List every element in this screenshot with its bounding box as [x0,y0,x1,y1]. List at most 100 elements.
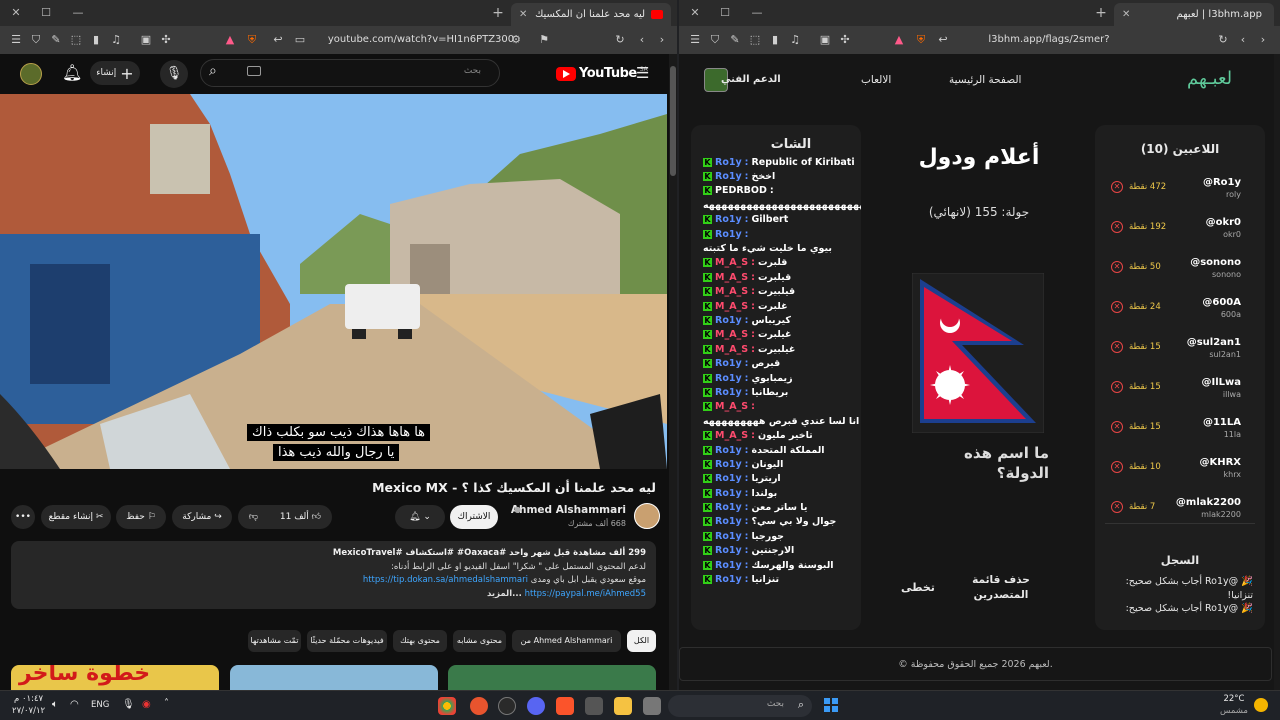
like-button[interactable]: 11 ألف 👍︎ [280,505,321,529]
chip-for-you[interactable]: محتوى بهتك [393,630,447,652]
avatar[interactable] [20,63,42,85]
dislike-button[interactable]: 👎︎ [249,505,258,529]
tune-icon[interactable]: ⚙ [508,32,524,48]
chat-username[interactable]: Ro1y [715,516,742,527]
app-icon[interactable] [585,697,603,715]
kick-player-icon[interactable]: ✕ [1111,181,1123,193]
maximize-icon[interactable]: ☐ [717,5,733,21]
forward-icon[interactable]: › [1255,32,1271,48]
share-button[interactable]: مشاركة ↪ [172,505,232,529]
chat-username[interactable]: PEDRBOD [715,185,767,196]
nav-support[interactable]: الدعم الفني [721,74,781,85]
chat-username[interactable]: Ro1y [715,473,742,484]
chip-watched[interactable]: تمّت مشاهدتها [248,630,301,652]
new-tab-icon[interactable]: + [490,5,506,21]
shield-icon[interactable]: ⛉ [28,32,44,48]
chat-username[interactable]: Ro1y [715,358,742,369]
chat-username[interactable]: M_A_S [715,301,748,312]
channel-avatar[interactable] [634,503,660,529]
reload-icon[interactable]: ↻ [1215,32,1231,48]
chat-username[interactable]: Ro1y [715,574,742,585]
pen-icon[interactable]: ✎ [727,32,743,48]
reload-icon[interactable]: ↻ [612,32,628,48]
back-icon[interactable]: ‹ [634,32,650,48]
video-thumbnail[interactable]: خطوة ساخر [11,665,219,690]
chat-username[interactable]: M_A_S [715,257,748,268]
scrollbar[interactable] [669,54,677,690]
screenshot-icon[interactable]: ▣ [138,32,154,48]
tray-arrow-icon[interactable]: ˄ [164,698,169,709]
brave-shield-icon[interactable]: ⛨ [244,32,260,48]
chat-username[interactable]: Ro1y [715,214,742,225]
app-icon[interactable] [643,697,661,715]
extensions-icon[interactable]: ✣ [158,32,174,48]
file-explorer-icon[interactable] [614,697,632,715]
video-description[interactable]: 299 ألف مشاهدة قبل شهر واحد #Oaxaca# #اس… [11,541,656,609]
brave-rewards-icon[interactable]: ▲ [222,32,238,48]
screenshot-icon[interactable]: ▣ [817,32,833,48]
discord-app-icon[interactable] [527,697,545,715]
reader-icon[interactable]: ↩ [270,32,286,48]
save-button[interactable]: حفظ ⚐ [116,505,166,529]
music-icon[interactable]: ♫ [108,32,124,48]
chat-username[interactable]: Ro1y [715,315,742,326]
nav-home[interactable]: الصفحة الرئيسية [949,74,1021,86]
kick-player-icon[interactable]: ✕ [1111,461,1123,473]
brave-rewards-icon[interactable]: ▲ [891,32,907,48]
more-actions-button[interactable]: ••• [11,505,35,529]
menu-icon[interactable]: ☰ [687,32,703,48]
site-logo[interactable]: لعبـهم [1187,68,1232,89]
chat-username[interactable]: M_A_S [715,430,748,441]
notification-bell-button[interactable]: 🔔︎ ⌄ [395,505,445,529]
create-button[interactable]: إنشاء + [90,61,140,85]
channel-name[interactable]: Ahmed Alshammari [511,504,626,516]
chat-username[interactable]: Ro1y [715,171,742,182]
shield-icon[interactable]: ⛉ [707,32,723,48]
kick-player-icon[interactable]: ✕ [1111,341,1123,353]
chat-username[interactable]: M_A_S [715,329,748,340]
video-thumbnail[interactable] [448,665,656,690]
search-bar[interactable]: ⌕ بحث [200,59,500,87]
chrome-app-icon[interactable] [438,697,456,715]
kick-player-icon[interactable]: ✕ [1111,421,1123,433]
cast-icon[interactable]: ▭ [292,32,308,48]
minimize-icon[interactable]: — [70,5,86,21]
volume-icon[interactable]: 🔈︎ [52,699,58,710]
chat-username[interactable]: Ro1y [715,373,742,384]
address-bar[interactable]: l3bhm.app/flags/2smer?platform=kick [959,30,1139,65]
chat-username[interactable]: Ro1y [715,157,742,168]
brave-app-icon[interactable] [556,697,574,715]
kick-player-icon[interactable]: ✕ [1111,261,1123,273]
kick-player-icon[interactable]: ✕ [1111,501,1123,513]
music-icon[interactable]: ♫ [787,32,803,48]
tab-l3bhm[interactable]: ✕ لعبهم | l3bhm.app [1114,3,1274,26]
minimize-icon[interactable]: — [749,5,765,21]
cube-icon[interactable]: ⬚ [747,32,763,48]
hamburger-icon[interactable]: ☰ [636,64,649,82]
windows-start-icon[interactable] [824,698,838,712]
youtube-logo[interactable]: YouTube SA [556,66,648,81]
keyboard-icon[interactable] [247,66,261,76]
skip-button[interactable]: تخطى [901,581,935,594]
chat-username[interactable]: M_A_S [715,272,748,283]
kick-player-icon[interactable]: ✕ [1111,301,1123,313]
chat-username[interactable]: Ro1y [715,502,742,513]
pen-icon[interactable]: ✎ [48,32,64,48]
video-player[interactable]: ها هاها هذاك ذيب سو بكلب ذاك يا رجال وال… [0,94,667,469]
show-more-link[interactable]: ...المزيد [487,589,522,599]
chat-username[interactable]: M_A_S [715,286,748,297]
chip-recently-uploaded[interactable]: فيديوهات محمّلة حديثًا [307,630,387,652]
record-icon[interactable]: ◉ [142,699,151,710]
subscribe-button[interactable]: الاشتراك [450,505,498,529]
chat-username[interactable]: Ro1y [715,387,742,398]
close-window-icon[interactable]: ✕ [687,5,703,21]
chat-username[interactable]: Ro1y [715,545,742,556]
tab-youtube[interactable]: ✕ ليه محد علمنا أن المكسيك كذا ؟ - M [511,3,671,26]
close-tab-icon[interactable]: ✕ [519,9,527,20]
sidebar-icon[interactable]: ▮ [88,32,104,48]
clock[interactable]: ٠١:٤٧ م ٢٧/٠٧/١٢ [12,693,45,717]
scrollbar[interactable] [1274,54,1280,690]
clip-button[interactable]: إنشاء مقطع ✂ [41,505,111,529]
search-icon[interactable]: ⌕ [209,63,217,79]
maximize-icon[interactable]: ☐ [38,5,54,21]
